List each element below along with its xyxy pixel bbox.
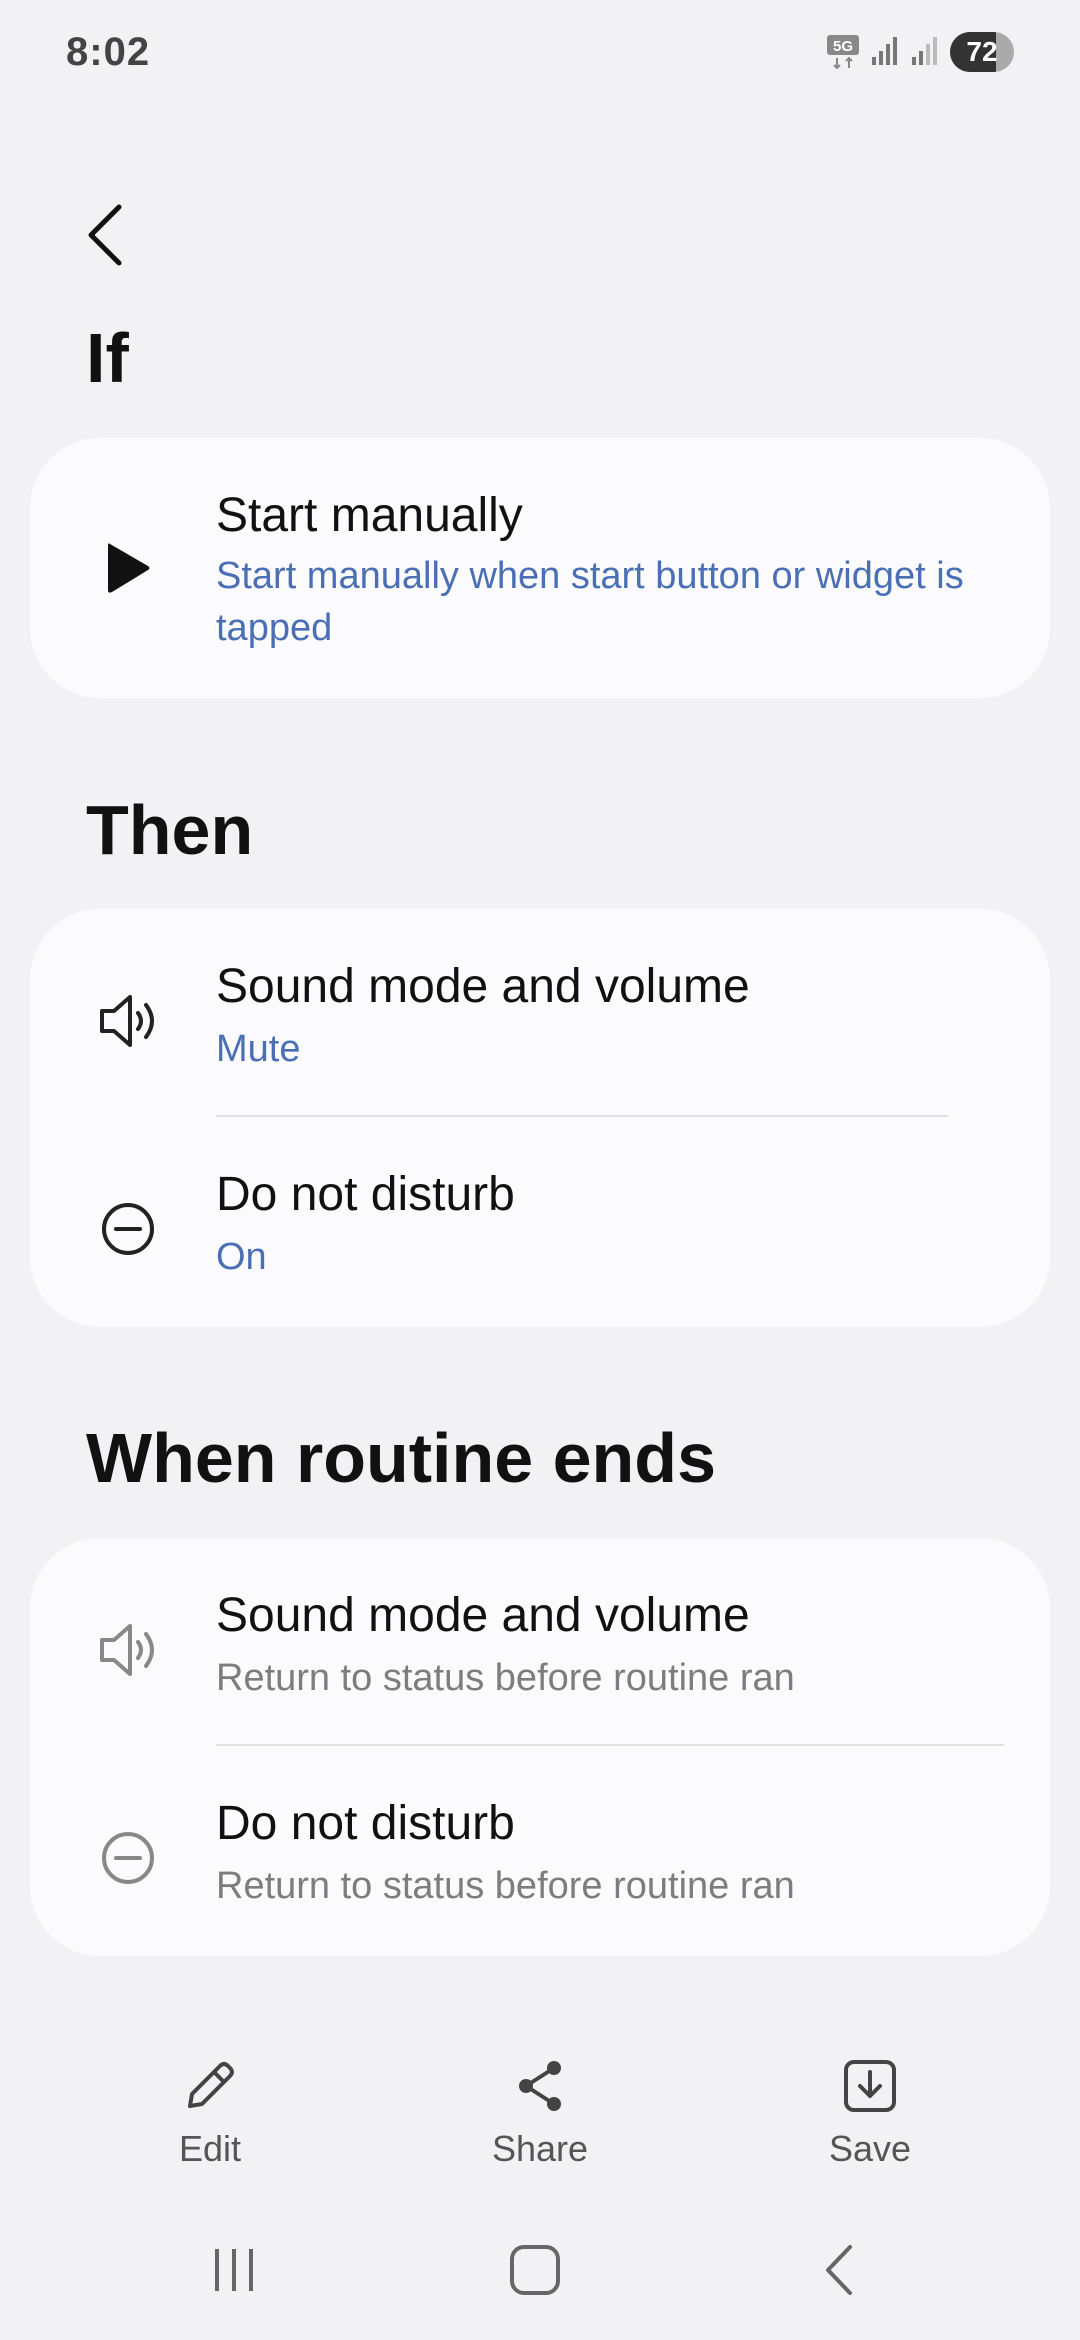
ends-section-title: When routine ends [86,1419,716,1497]
if-section-title: If [86,319,129,397]
item-subtitle: Mute [216,1028,301,1070]
signal-icon [870,33,900,72]
save-label: Save [828,2128,912,2169]
item-title: Sound mode and volume [216,960,750,1013]
recent-apps-icon [215,2249,253,2291]
item-title: Do not disturb [216,1797,515,1850]
nav-bar [0,2230,1080,2310]
item-subtitle: Return to status before routine ran [216,1657,795,1699]
then-card: Sound mode and volume Mute Do not distur… [30,909,1050,1327]
pencil-icon [178,2054,242,2118]
back-nav-icon [826,2245,852,2295]
action-bar: Edit Share Save [0,2040,1080,2190]
then-section-title: Then [86,791,254,869]
chevron-left-icon [88,204,122,266]
ends-do-not-disturb-item[interactable]: Do not disturb Return to status before r… [30,1746,1050,1956]
ends-sound-mode-item[interactable]: Sound mode and volume Return to status b… [30,1538,1050,1746]
home-button[interactable] [495,2230,575,2310]
speaker-icon [92,985,164,1057]
signal-icon-secondary [910,33,940,72]
item-subtitle: Start manually when start button or widg… [216,555,964,649]
edit-label: Edit [178,2128,242,2169]
then-sound-mode-item[interactable]: Sound mode and volume Mute [30,909,1050,1117]
item-subtitle: On [216,1236,267,1278]
home-icon [510,2245,560,2295]
save-button[interactable]: Save [760,2040,980,2190]
item-title: Start manually [216,489,523,542]
share-button[interactable]: Share [430,2040,650,2190]
share-icon [508,2054,572,2118]
back-button[interactable] [70,200,140,270]
start-manually-item[interactable]: Start manually Start manually when start… [30,438,1050,698]
recent-apps-button[interactable] [194,2230,274,2310]
speaker-icon [92,1614,164,1686]
if-card: Start manually Start manually when start… [30,438,1050,698]
item-subtitle: Return to status before routine ran [216,1865,795,1907]
battery-level: 72 [966,36,998,67]
do-not-disturb-icon [92,1193,164,1265]
download-icon [838,2054,902,2118]
status-icons: 5G 72 [826,32,1014,72]
item-title: Do not disturb [216,1168,515,1221]
play-icon [92,532,164,604]
ends-card: Sound mode and volume Return to status b… [30,1538,1050,1956]
back-nav-button[interactable] [800,2230,880,2310]
network-label: 5G [833,38,853,55]
edit-button[interactable]: Edit [100,2040,320,2190]
5g-network-icon: 5G [826,34,860,70]
status-bar: 8:02 5G 72 [0,0,1080,110]
then-do-not-disturb-item[interactable]: Do not disturb On [30,1117,1050,1327]
do-not-disturb-icon [92,1822,164,1894]
battery-icon: 72 [950,32,1014,72]
item-title: Sound mode and volume [216,1589,750,1642]
status-time: 8:02 [66,30,151,74]
share-label: Share [491,2128,589,2169]
